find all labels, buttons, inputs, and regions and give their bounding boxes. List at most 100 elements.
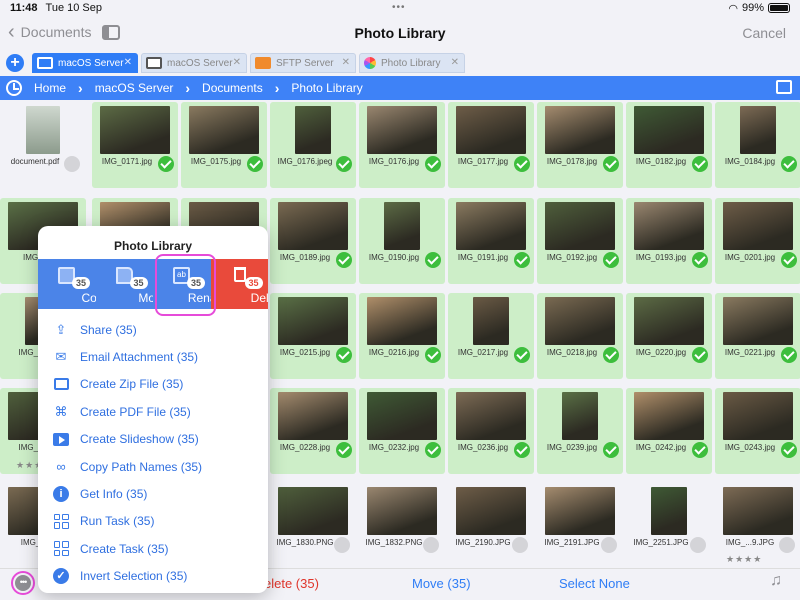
close-tab-icon[interactable]: ✕	[233, 57, 241, 68]
file-item[interactable]: IMG_0220.jpg	[626, 293, 712, 379]
delete-button[interactable]: 35 Delete	[210, 259, 268, 309]
checkmark-icon[interactable]	[336, 347, 352, 363]
select-none-button[interactable]: Select None	[559, 576, 630, 591]
file-item[interactable]: IMG_1830.PNG	[270, 483, 356, 569]
more-actions-button[interactable]: •••	[11, 571, 35, 595]
menu-item-create-zip[interactable]: Create Zip File (35)	[38, 371, 268, 398]
checkmark-icon[interactable]	[336, 442, 352, 458]
file-item[interactable]: IMG_0239.jpg	[537, 388, 623, 474]
menu-item-create-pdf[interactable]: ⌘ Create PDF File (35)	[38, 398, 268, 425]
checkmark-icon[interactable]	[247, 156, 263, 172]
move-selected-button[interactable]: Move (35)	[412, 576, 471, 591]
file-item[interactable]: document.pdf	[0, 102, 86, 188]
delete-selected-button[interactable]: elete (35)	[264, 576, 319, 591]
file-item[interactable]: IMG_0192.jpg	[537, 198, 623, 284]
checkmark-icon[interactable]	[603, 252, 619, 268]
menu-item-invert-selection[interactable]: ✓ Invert Selection (35)	[38, 563, 268, 590]
checkmark-icon[interactable]	[336, 252, 352, 268]
file-item[interactable]: IMG_0217.jpg	[448, 293, 534, 379]
file-item[interactable]: IMG_2190.JPG	[448, 483, 534, 569]
checkmark-icon[interactable]	[603, 442, 619, 458]
checkmark-icon[interactable]	[425, 156, 441, 172]
file-item[interactable]: IMG_0184.jpg	[715, 102, 800, 188]
close-tab-icon[interactable]: ✕	[124, 57, 132, 68]
tab-photo-library[interactable]: Photo Library ✕	[359, 53, 465, 73]
breadcrumb-macos-server[interactable]: macOS Server	[95, 81, 174, 95]
checkmark-icon[interactable]	[336, 156, 352, 172]
copy-button[interactable]: 35 Copy	[38, 259, 110, 309]
folder-icon[interactable]	[776, 80, 792, 94]
file-item[interactable]: IMG_0182.jpg	[626, 102, 712, 188]
checkmark-icon[interactable]	[603, 156, 619, 172]
checkmark-icon[interactable]	[781, 156, 797, 172]
file-item[interactable]: IMG_0178.jpg	[537, 102, 623, 188]
history-icon[interactable]	[6, 80, 22, 96]
file-item[interactable]: IMG_0176.jpg	[359, 102, 445, 188]
checkmark-icon[interactable]	[425, 347, 441, 363]
checkmark-icon[interactable]	[514, 156, 530, 172]
unselected-circle-icon[interactable]	[601, 537, 617, 553]
file-item[interactable]: IMG_0228.jpg	[270, 388, 356, 474]
file-item[interactable]: IMG_0216.jpg	[359, 293, 445, 379]
checkmark-icon[interactable]	[425, 442, 441, 458]
multitasking-dots-icon[interactable]: •••	[392, 2, 406, 13]
file-item[interactable]: IMG_0171.jpg	[92, 102, 178, 188]
cancel-button[interactable]: Cancel	[742, 25, 786, 41]
menu-item-create-slideshow[interactable]: Create Slideshow (35)	[38, 426, 268, 453]
close-tab-icon[interactable]: ✕	[342, 57, 350, 68]
checkmark-icon[interactable]	[514, 347, 530, 363]
checkmark-icon[interactable]	[692, 252, 708, 268]
file-item[interactable]: IMG_0242.jpg	[626, 388, 712, 474]
breadcrumb-documents[interactable]: Documents	[202, 81, 263, 95]
checkmark-icon[interactable]	[158, 156, 174, 172]
file-item[interactable]: IMG_0189.jpg	[270, 198, 356, 284]
file-item[interactable]: IMG_0218.jpg	[537, 293, 623, 379]
checkmark-icon[interactable]	[692, 156, 708, 172]
file-item[interactable]: IMG_0232.jpg	[359, 388, 445, 474]
file-item[interactable]: IMG_0191.jpg	[448, 198, 534, 284]
music-icon[interactable]: ♫	[770, 572, 782, 590]
checkmark-icon[interactable]	[603, 347, 619, 363]
file-item[interactable]: IMG_0201.jpg	[715, 198, 800, 284]
file-item[interactable]: IMG_0193.jpg	[626, 198, 712, 284]
file-item[interactable]: IMG_0175.jpg	[181, 102, 267, 188]
file-item[interactable]: IMG_0236.jpg	[448, 388, 534, 474]
checkmark-icon[interactable]	[781, 442, 797, 458]
checkmark-icon[interactable]	[781, 347, 797, 363]
menu-item-create-task[interactable]: Create Task (35)	[38, 535, 268, 562]
checkmark-icon[interactable]	[781, 252, 797, 268]
menu-item-copy-path-names[interactable]: ∞ Copy Path Names (35)	[38, 453, 268, 480]
breadcrumb-photo-library[interactable]: Photo Library	[291, 81, 362, 95]
checkmark-icon[interactable]	[514, 252, 530, 268]
close-tab-icon[interactable]: ✕	[451, 57, 459, 68]
unselected-circle-icon[interactable]	[512, 537, 528, 553]
file-item[interactable]: IMG_0190.jpg	[359, 198, 445, 284]
file-item[interactable]: IMG_2191.JPG	[537, 483, 623, 569]
file-item[interactable]: IMG_0243.jpg	[715, 388, 800, 474]
tab-sftp-server[interactable]: SFTP Server ✕	[250, 53, 356, 73]
checkmark-icon[interactable]	[425, 252, 441, 268]
file-item[interactable]: IMG_0221.jpg	[715, 293, 800, 379]
unselected-circle-icon[interactable]	[334, 537, 350, 553]
file-item[interactable]: IMG_0215.jpg	[270, 293, 356, 379]
menu-item-get-info[interactable]: i Get Info (35)	[38, 480, 268, 507]
unselected-circle-icon[interactable]	[779, 537, 795, 553]
unselected-circle-icon[interactable]	[64, 156, 80, 172]
menu-item-email-attachment[interactable]: ✉ Email Attachment (35)	[38, 343, 268, 370]
tab-macos-server-1[interactable]: macOS Server ✕	[32, 53, 138, 73]
move-button[interactable]: 35 Move	[95, 259, 168, 309]
file-item[interactable]: IMG_0176.jpeg	[270, 102, 356, 188]
menu-item-run-task[interactable]: Run Task (35)	[38, 508, 268, 535]
file-item[interactable]: IMG_2251.JPG	[626, 483, 712, 569]
unselected-circle-icon[interactable]	[690, 537, 706, 553]
file-item[interactable]: IMG_0177.jpg	[448, 102, 534, 188]
checkmark-icon[interactable]	[692, 442, 708, 458]
file-item[interactable]: IMG_1832.PNG	[359, 483, 445, 569]
checkmark-icon[interactable]	[514, 442, 530, 458]
tab-macos-server-2[interactable]: macOS Server ✕	[141, 53, 247, 73]
menu-item-share[interactable]: ⇪ Share (35)	[38, 316, 268, 343]
add-tab-button[interactable]: +	[6, 54, 24, 72]
checkmark-icon[interactable]	[692, 347, 708, 363]
unselected-circle-icon[interactable]	[423, 537, 439, 553]
breadcrumb-home[interactable]: Home	[34, 81, 66, 95]
